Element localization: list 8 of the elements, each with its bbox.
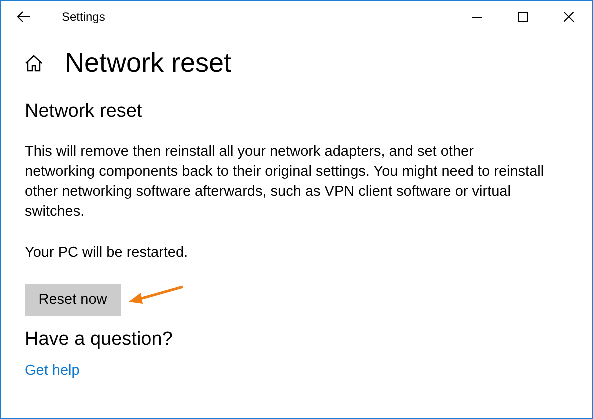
window-title: Settings — [62, 10, 106, 24]
page-title: Network reset — [65, 48, 232, 78]
get-help-link[interactable]: Get help — [25, 363, 80, 379]
reset-now-button[interactable]: Reset now — [25, 284, 121, 316]
section-heading: Network reset — [25, 101, 144, 123]
restart-note: Your PC will be restarted. — [25, 244, 190, 263]
help-heading: Have a question? — [25, 329, 174, 351]
description-text: This will remove then reinstall all your network adapters, and set other networking components back to their original settings. You might need to reinstall other networking software afterwards, such as VPN client software or virtual switches. — [25, 143, 545, 222]
